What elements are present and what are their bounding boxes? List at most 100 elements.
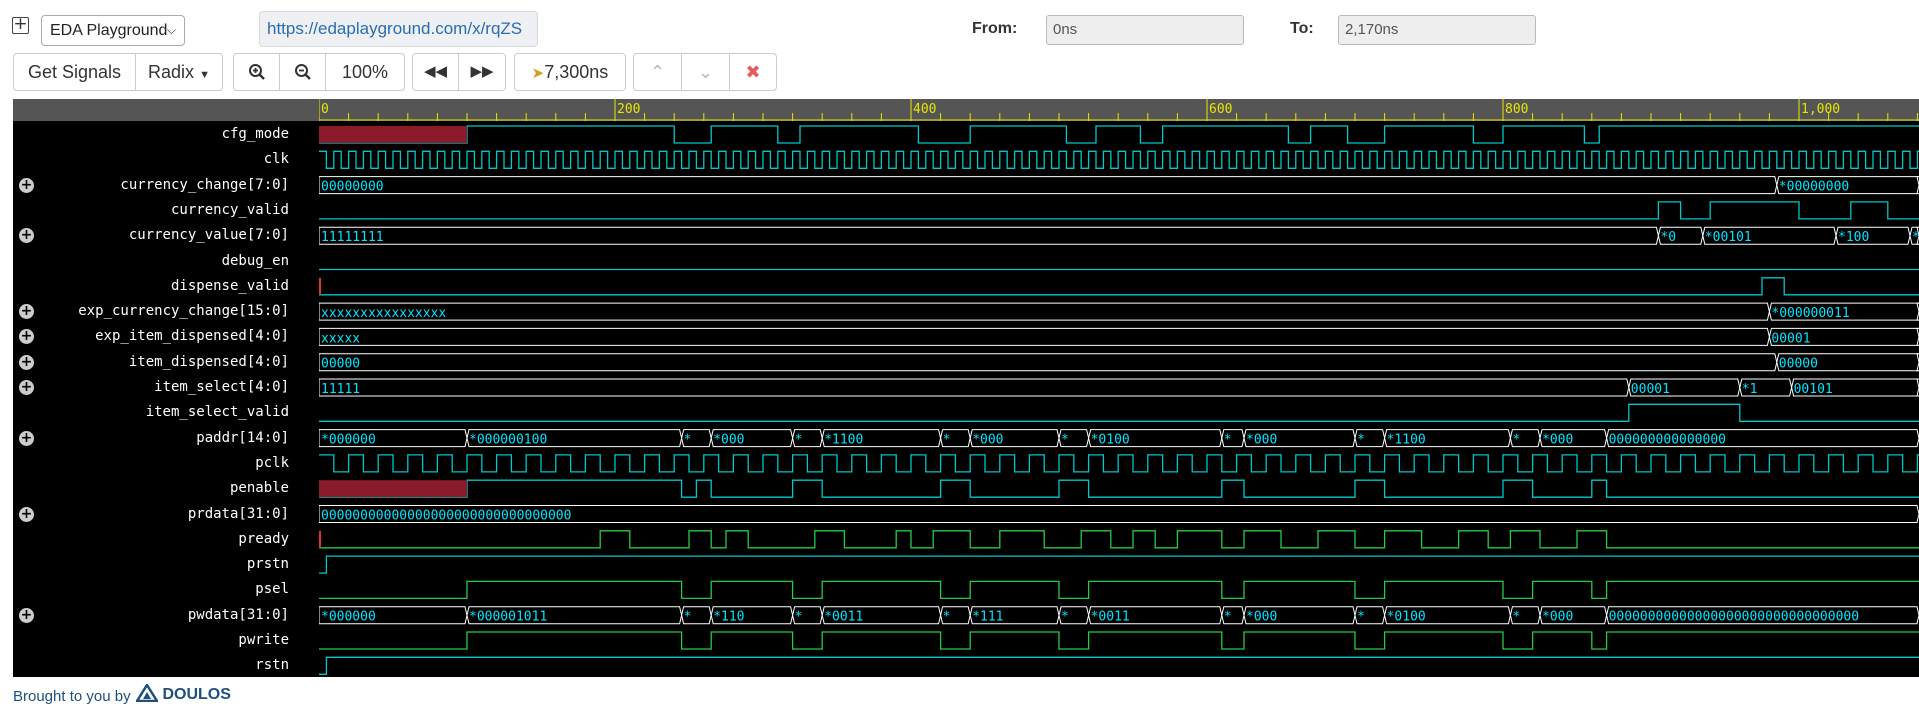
signal-name: dispense_valid (170, 277, 289, 294)
zoom-out-button[interactable] (280, 54, 326, 90)
signal-name: prstn (246, 556, 289, 573)
fast-forward-button[interactable]: ▶▶ (459, 54, 505, 90)
doulos-logo-icon (134, 682, 160, 703)
fast-forward-icon: ▶▶ (470, 63, 494, 80)
radix-button[interactable]: Radix ▼ (136, 54, 222, 90)
signal-name: pready (238, 530, 289, 547)
expand-bus-icon[interactable]: + (19, 228, 34, 244)
waveform-trace (319, 201, 1919, 220)
bus-value: *000001011 (469, 610, 547, 625)
signal-row[interactable]: + exp_currency_change[15:0] (13, 299, 319, 324)
expand-bus-icon[interactable]: + (19, 354, 34, 370)
signal-row[interactable]: + currency_value[7:0] (13, 223, 319, 248)
bus-value: xxxxxxxxxxxxxxxx (321, 306, 446, 321)
signal-row[interactable]: rstn (13, 653, 319, 678)
signal-row[interactable]: prstn (13, 552, 319, 577)
zoom-level[interactable]: 100% (326, 54, 404, 90)
bus-value: * (1061, 610, 1069, 625)
bus-value: 00000000000000000000000000000000 (321, 509, 571, 524)
signal-row[interactable]: + prdata[31:0] (13, 502, 319, 527)
bus-value: 000000000000000 (1609, 433, 1726, 448)
signal-row[interactable]: + item_select[4:0] (13, 375, 319, 400)
edge-button-group: ⌃ ⌄ ✖ (633, 53, 777, 91)
signal-row[interactable]: psel (13, 577, 319, 602)
signal-name: paddr[14:0] (196, 429, 289, 446)
zoom-button-group: 100% (233, 53, 405, 91)
bus-value: *000000 (321, 433, 376, 448)
bus-value: 00101 (1794, 382, 1833, 397)
waveform-trace (319, 403, 1919, 422)
signal-name: currency_change[7:0] (120, 176, 289, 193)
waveform-canvas[interactable]: 02004006008001,0001,2001,4001,6001,8002,… (319, 99, 1919, 677)
bus-value: *00000000 (1779, 180, 1849, 195)
signal-row[interactable]: dispense_valid (13, 274, 319, 299)
bus-value: * (1061, 433, 1069, 448)
chevron-down-icon: ⌄ (697, 62, 714, 82)
signal-row[interactable]: currency_valid (13, 198, 319, 223)
signal-row[interactable]: pready (13, 527, 319, 552)
signal-row[interactable]: debug_en (13, 249, 319, 274)
bus-value: *000 (1542, 610, 1573, 625)
bus-value: *0 (1660, 230, 1676, 245)
doulos-logo[interactable]: DOULOS (134, 682, 231, 704)
bus-value: *000 (713, 433, 744, 448)
waveform-trace (319, 454, 1919, 473)
signal-row[interactable]: + paddr[14:0] (13, 426, 319, 451)
expand-icon[interactable]: + (12, 16, 29, 34)
expand-bus-icon[interactable]: + (19, 607, 34, 623)
signal-row[interactable]: cfg_mode (13, 122, 319, 147)
expand-bus-icon[interactable]: + (19, 430, 34, 446)
signal-name: exp_currency_change[15:0] (78, 303, 289, 320)
bus-value: 00000000 (321, 180, 384, 195)
bus-value: * (1357, 433, 1365, 448)
bus-value: 00000000000000000000000000000000 (1609, 610, 1859, 625)
signal-row[interactable]: penable (13, 476, 319, 501)
signal-name: currency_value[7:0] (128, 227, 289, 244)
from-input[interactable]: 0ns (1046, 15, 1244, 45)
ruler-label: 0 (321, 102, 329, 117)
waveform-trace (319, 150, 1919, 169)
bus-value: * (1512, 610, 1520, 625)
expand-bus-icon[interactable]: + (19, 506, 34, 522)
time-marker-button[interactable]: ➤7,300ns (515, 54, 625, 90)
signal-row[interactable]: pclk (13, 451, 319, 476)
waveform-trace (319, 631, 1919, 650)
to-label: To: (1290, 20, 1314, 37)
expand-bus-icon[interactable]: + (19, 177, 34, 193)
signal-name: clk (263, 151, 289, 168)
expand-bus-icon[interactable]: + (19, 380, 34, 395)
bus-segment (319, 327, 1770, 346)
nav-button-group: ◀◀ ▶▶ (412, 53, 506, 91)
signal-row[interactable]: + item_dispensed[4:0] (13, 350, 319, 375)
bus-value: 11111111 (321, 230, 384, 245)
signal-row[interactable]: clk (13, 147, 319, 172)
rewind-button[interactable]: ◀◀ (413, 54, 459, 90)
undefined-region (319, 126, 467, 143)
bus-value: *0100 (1387, 610, 1426, 625)
next-edge-button[interactable]: ⌄ (682, 54, 730, 90)
clear-button[interactable]: ✖ (730, 54, 776, 90)
expand-bus-icon[interactable]: + (19, 304, 34, 320)
rewind-icon: ◀◀ (423, 63, 448, 80)
site-select[interactable]: EDA Playground ⌵ (41, 15, 185, 46)
prev-edge-button[interactable]: ⌃ (634, 54, 682, 90)
chevron-down-icon: ⌵ (166, 23, 176, 37)
bus-value: 11111 (321, 382, 360, 397)
waveform-trace (319, 479, 1919, 498)
signal-row[interactable]: + exp_item_dispensed[4:0] (13, 324, 319, 349)
undefined-region (319, 480, 467, 498)
zoom-in-button[interactable] (234, 54, 280, 90)
bus-value: *110 (713, 610, 744, 625)
waveform-trace (319, 580, 1919, 600)
site-select-value: EDA Playground (50, 22, 168, 39)
signal-row[interactable]: + pwdata[31:0] (13, 603, 319, 628)
signal-row[interactable]: item_select_valid (13, 400, 319, 425)
to-input[interactable]: 2,170ns (1338, 15, 1536, 45)
bus-segment (319, 226, 1659, 245)
expand-bus-icon[interactable]: + (19, 329, 34, 345)
get-signals-button[interactable]: Get Signals (14, 54, 136, 90)
bus-value: *000 (1246, 610, 1277, 625)
share-url[interactable]: https://edaplayground.com/x/rqZS (259, 11, 538, 47)
signal-row[interactable]: pwrite (13, 628, 319, 653)
signal-row[interactable]: + currency_change[7:0] (13, 173, 319, 198)
